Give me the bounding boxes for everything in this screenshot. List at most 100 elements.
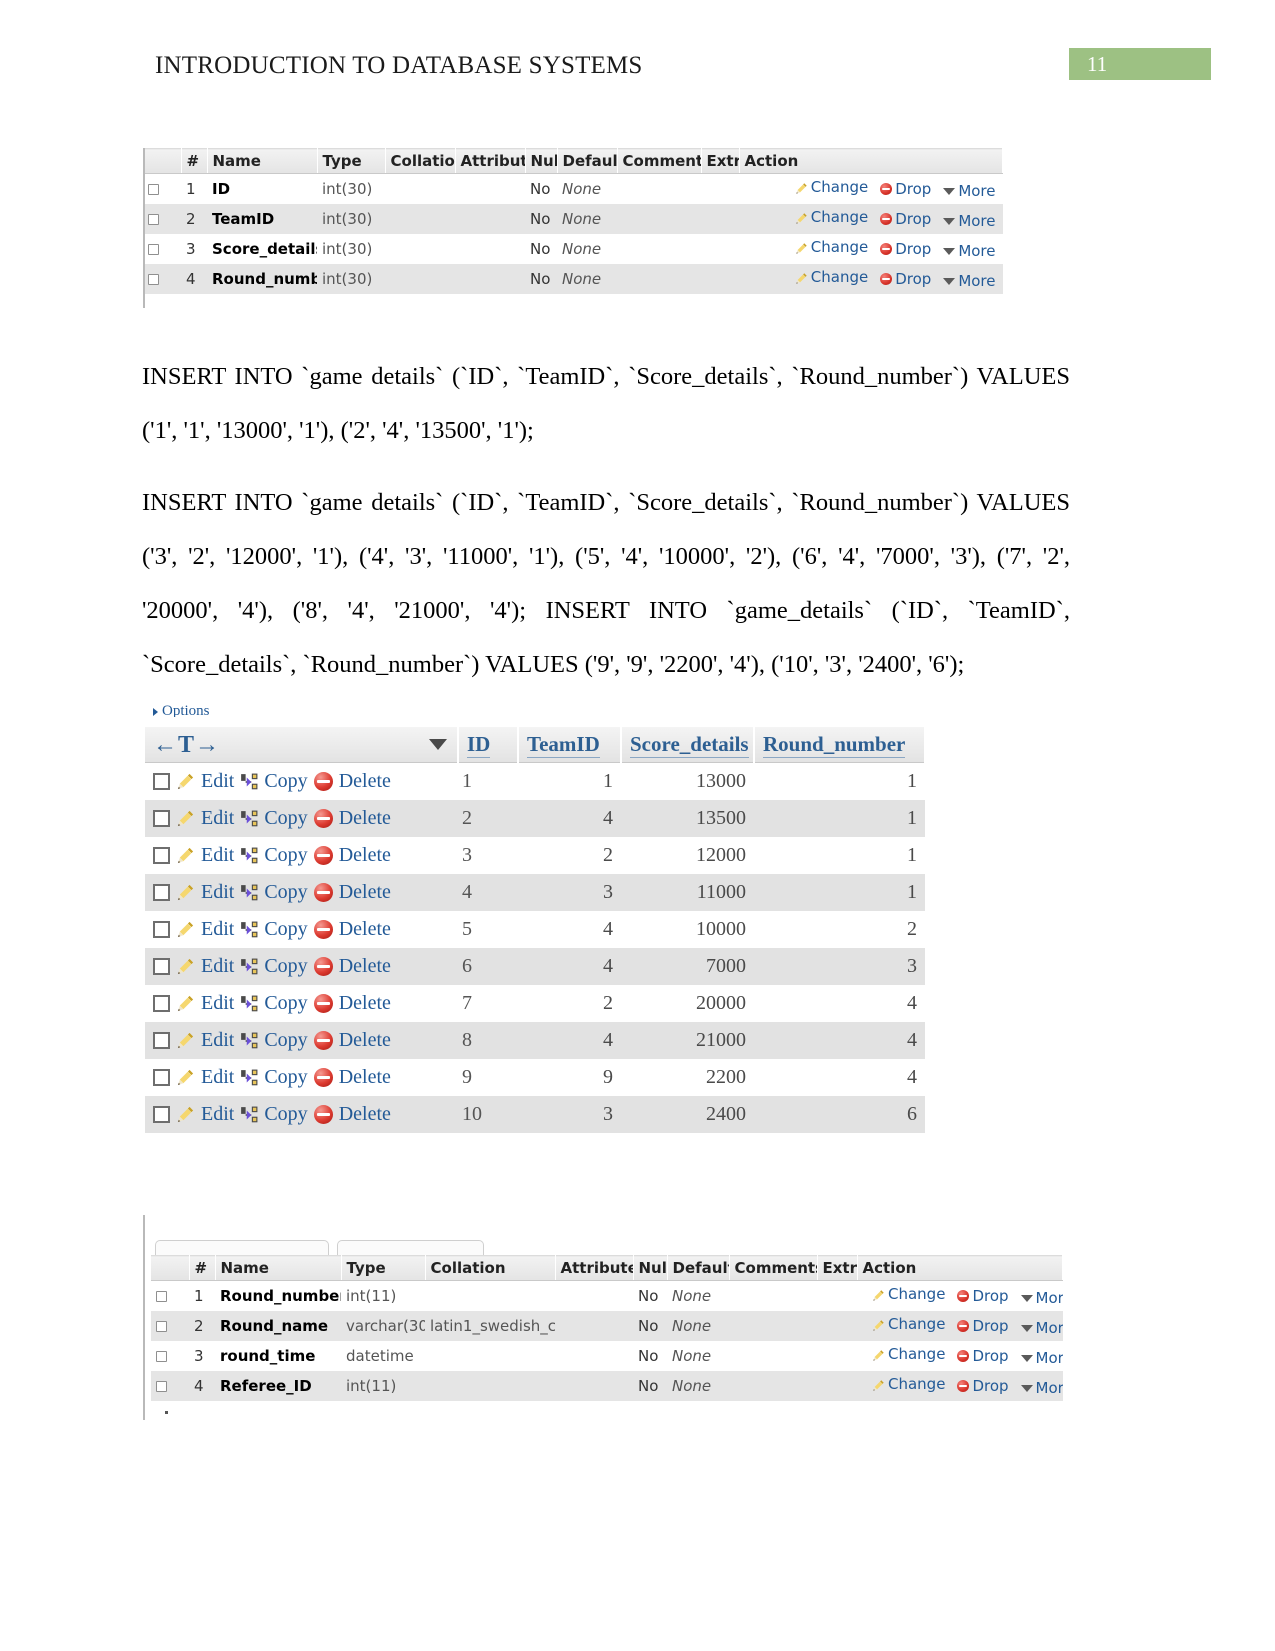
row-checkbox-cell[interactable] — [151, 1341, 189, 1371]
edit-link[interactable]: Edit — [201, 955, 234, 978]
select-all-header[interactable] — [143, 148, 182, 174]
row-checkbox[interactable] — [153, 995, 170, 1012]
edit-link[interactable]: Edit — [201, 992, 234, 1015]
results-column-header-teamid[interactable]: TeamID — [518, 727, 622, 763]
more-action[interactable]: More — [1020, 1349, 1063, 1367]
sort-nav-icons[interactable]: ← T → — [153, 733, 449, 757]
arrow-left-icon[interactable]: ← — [153, 733, 177, 757]
edit-link[interactable]: Edit — [201, 1103, 234, 1126]
row-nav-header[interactable]: ← T → — [145, 727, 459, 763]
change-link[interactable]: Change — [811, 178, 868, 196]
edit-link[interactable]: Edit — [201, 918, 234, 941]
arrow-right-icon[interactable]: → — [195, 733, 219, 757]
more-action[interactable]: More — [943, 242, 997, 260]
drop-link[interactable]: Drop — [895, 240, 931, 258]
drop-link[interactable]: Drop — [895, 210, 931, 228]
more-action[interactable]: More — [1020, 1289, 1063, 1307]
more-link[interactable]: More — [1036, 1349, 1063, 1367]
more-link[interactable]: More — [958, 212, 995, 230]
more-action[interactable]: More — [943, 272, 997, 290]
row-checkbox[interactable] — [153, 1069, 170, 1086]
copy-link[interactable]: Copy — [264, 1066, 307, 1089]
row-checkbox-cell[interactable] — [151, 1371, 189, 1401]
results-column-header-score_details[interactable]: Score_details — [621, 727, 755, 763]
tab-stub-1[interactable] — [155, 1240, 329, 1255]
change-action[interactable]: Change — [872, 1345, 947, 1363]
drop-action[interactable]: Drop — [880, 210, 933, 228]
more-link[interactable]: More — [958, 272, 995, 290]
copy-link[interactable]: Copy — [264, 807, 307, 830]
row-checkbox[interactable] — [148, 214, 159, 225]
change-action[interactable]: Change — [795, 208, 870, 226]
tab-stub-2[interactable] — [337, 1240, 484, 1255]
results-column-header-id[interactable]: ID — [458, 727, 519, 763]
row-checkbox[interactable] — [153, 921, 170, 938]
drop-link[interactable]: Drop — [972, 1287, 1008, 1305]
row-checkbox[interactable] — [153, 1106, 170, 1123]
more-link[interactable]: More — [1036, 1319, 1063, 1337]
drop-action[interactable]: Drop — [880, 270, 933, 288]
edit-link[interactable]: Edit — [201, 881, 234, 904]
row-checkbox[interactable] — [153, 1032, 170, 1049]
drop-link[interactable]: Drop — [972, 1347, 1008, 1365]
delete-link[interactable]: Delete — [339, 807, 391, 830]
drop-action[interactable]: Drop — [957, 1347, 1010, 1365]
copy-link[interactable]: Copy — [264, 1103, 307, 1126]
edit-link[interactable]: Edit — [201, 1066, 234, 1089]
edit-link[interactable]: Edit — [201, 1029, 234, 1052]
delete-link[interactable]: Delete — [339, 992, 391, 1015]
drop-action[interactable]: Drop — [957, 1287, 1010, 1305]
select-all-header[interactable] — [151, 1255, 190, 1281]
row-checkbox[interactable] — [156, 1321, 167, 1332]
delete-link[interactable]: Delete — [339, 918, 391, 941]
drop-link[interactable]: Drop — [972, 1317, 1008, 1335]
more-link[interactable]: More — [958, 182, 995, 200]
row-checkbox-cell[interactable] — [143, 204, 181, 234]
change-link[interactable]: Change — [888, 1315, 945, 1333]
edit-link[interactable]: Edit — [201, 770, 234, 793]
change-link[interactable]: Change — [811, 268, 868, 286]
delete-link[interactable]: Delete — [339, 955, 391, 978]
change-action[interactable]: Change — [872, 1375, 947, 1393]
drop-action[interactable]: Drop — [880, 180, 933, 198]
copy-link[interactable]: Copy — [264, 881, 307, 904]
row-checkbox[interactable] — [153, 958, 170, 975]
row-checkbox-cell[interactable] — [143, 234, 181, 264]
row-checkbox[interactable] — [156, 1291, 167, 1302]
delete-link[interactable]: Delete — [339, 881, 391, 904]
change-action[interactable]: Change — [872, 1285, 947, 1303]
row-checkbox-cell[interactable] — [151, 1311, 189, 1341]
change-action[interactable]: Change — [872, 1315, 947, 1333]
row-checkbox[interactable] — [148, 244, 159, 255]
row-checkbox[interactable] — [156, 1381, 167, 1392]
copy-link[interactable]: Copy — [264, 844, 307, 867]
drop-link[interactable]: Drop — [895, 270, 931, 288]
copy-link[interactable]: Copy — [264, 770, 307, 793]
drop-link[interactable]: Drop — [895, 180, 931, 198]
copy-link[interactable]: Copy — [264, 918, 307, 941]
copy-link[interactable]: Copy — [264, 955, 307, 978]
change-action[interactable]: Change — [795, 238, 870, 256]
chevron-down-icon[interactable] — [429, 739, 447, 750]
row-checkbox[interactable] — [148, 184, 159, 195]
edit-link[interactable]: Edit — [201, 807, 234, 830]
more-link[interactable]: More — [1036, 1289, 1063, 1307]
more-action[interactable]: More — [1020, 1379, 1063, 1397]
change-link[interactable]: Change — [888, 1375, 945, 1393]
change-action[interactable]: Change — [795, 268, 870, 286]
row-checkbox-cell[interactable] — [143, 173, 181, 204]
change-link[interactable]: Change — [888, 1345, 945, 1363]
table-t-icon[interactable]: T — [178, 733, 194, 757]
options-toggle[interactable]: Options — [153, 703, 210, 717]
more-action[interactable]: More — [943, 182, 997, 200]
row-checkbox[interactable] — [153, 773, 170, 790]
row-checkbox[interactable] — [148, 274, 159, 285]
delete-link[interactable]: Delete — [339, 1103, 391, 1126]
row-checkbox[interactable] — [153, 884, 170, 901]
edit-link[interactable]: Edit — [201, 844, 234, 867]
drop-action[interactable]: Drop — [957, 1377, 1010, 1395]
copy-link[interactable]: Copy — [264, 1029, 307, 1052]
drop-action[interactable]: Drop — [880, 240, 933, 258]
change-link[interactable]: Change — [811, 208, 868, 226]
row-checkbox-cell[interactable] — [143, 264, 181, 294]
